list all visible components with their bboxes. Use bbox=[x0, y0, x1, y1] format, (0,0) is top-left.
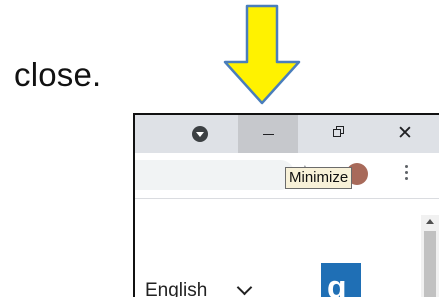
down-arrow-annotation bbox=[223, 4, 301, 105]
caption-text: close. bbox=[14, 56, 102, 93]
scrollbar-thumb[interactable] bbox=[424, 231, 436, 297]
logo-mark: g bbox=[327, 269, 347, 297]
address-bar[interactable] bbox=[135, 160, 295, 190]
page-content: English g bbox=[135, 199, 439, 297]
scroll-up-icon[interactable] bbox=[426, 219, 434, 224]
scrollbar[interactable] bbox=[421, 215, 439, 297]
restore-button[interactable] bbox=[306, 115, 366, 153]
chevron-down-icon bbox=[236, 279, 253, 296]
site-logo[interactable]: g bbox=[321, 263, 361, 297]
browser-window: ✕ ☆ Minimize English g bbox=[133, 113, 439, 297]
language-label: English bbox=[145, 280, 208, 297]
kebab-menu-icon[interactable] bbox=[405, 165, 409, 183]
minimize-button[interactable] bbox=[238, 115, 298, 153]
profile-dropdown-icon[interactable] bbox=[192, 126, 208, 142]
language-selector[interactable]: English bbox=[145, 275, 275, 297]
title-bar: ✕ bbox=[135, 115, 439, 153]
minimize-icon bbox=[263, 134, 274, 135]
close-icon: ✕ bbox=[397, 122, 413, 144]
minimize-tooltip: Minimize bbox=[285, 167, 353, 189]
close-button[interactable]: ✕ bbox=[373, 115, 433, 153]
tutorial-page: close. ✕ ☆ Minimize bbox=[0, 0, 439, 297]
